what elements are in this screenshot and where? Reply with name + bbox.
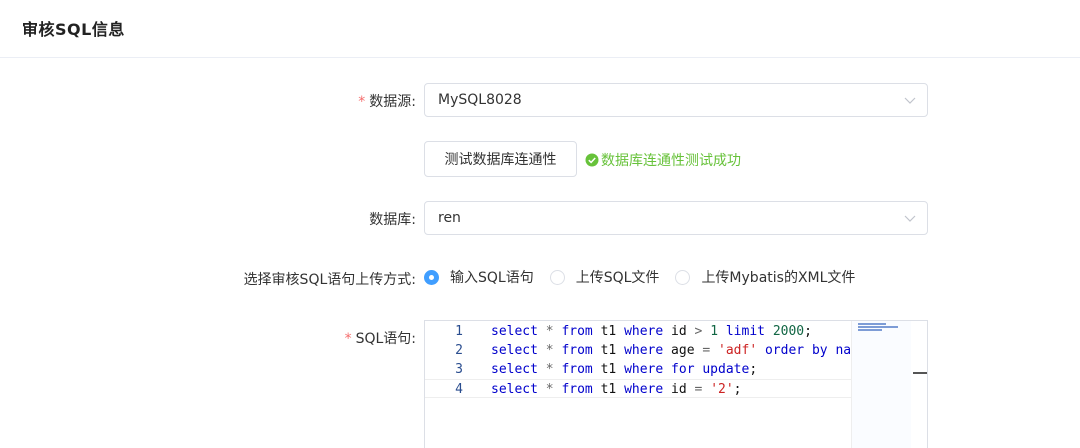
code-line[interactable]: 1 select * from t1 where id > 1 limit 200… bbox=[425, 322, 851, 341]
radio-label: 上传Mybatis的XML文件 bbox=[701, 270, 856, 286]
sql-label-text: SQL语句: bbox=[355, 331, 416, 347]
code-token: * bbox=[537, 382, 562, 397]
code-token: id bbox=[663, 324, 695, 339]
line-number: 2 bbox=[455, 343, 463, 358]
editor-lines[interactable]: 1 select * from t1 where id > 1 limit 200… bbox=[425, 322, 851, 398]
datasource-select[interactable]: MySQL8028 bbox=[424, 83, 928, 117]
code-line[interactable]: 3 select * from t1 where for update; bbox=[425, 360, 851, 379]
database-label: 数据库: bbox=[369, 212, 416, 228]
code-token: ; bbox=[804, 324, 812, 339]
line-number: 3 bbox=[455, 362, 463, 377]
code-token: from bbox=[561, 382, 593, 397]
database-value: ren bbox=[438, 210, 461, 226]
code-token: '2' bbox=[710, 382, 734, 397]
datasource-label: * 数据源: bbox=[358, 91, 416, 111]
datasource-value: MySQL8028 bbox=[438, 92, 522, 108]
code-token: name bbox=[835, 343, 851, 358]
required-mark: * bbox=[344, 331, 352, 347]
code-token: t1 bbox=[592, 382, 625, 397]
radio-upload-mybatis-xml[interactable]: 上传Mybatis的XML文件 bbox=[675, 267, 855, 287]
scrollbar-thumb[interactable] bbox=[913, 372, 927, 374]
code-token: * bbox=[537, 343, 562, 358]
test-connection-button[interactable]: 测试数据库连通性 bbox=[424, 141, 577, 177]
line-code: select * from t1 where for update; bbox=[491, 360, 851, 379]
code-token: ; bbox=[733, 382, 742, 397]
radio-indicator bbox=[675, 269, 691, 285]
code-token: from bbox=[561, 343, 593, 358]
code-token: where bbox=[624, 382, 664, 397]
upload-mode-radio-group: 输入SQL语句 上传SQL文件 上传Mybatis的XML文件 bbox=[424, 267, 871, 287]
code-token: 'adf' bbox=[718, 343, 758, 358]
code-line[interactable]: 2 select * from t1 where age = 'adf' orde… bbox=[425, 341, 851, 360]
code-token: select bbox=[491, 362, 538, 377]
page-header: 审核SQL信息 bbox=[0, 0, 1080, 58]
code-token: 1 bbox=[710, 324, 719, 339]
line-number: 1 bbox=[455, 324, 463, 339]
test-status-text: 数据库连通性测试成功 bbox=[601, 153, 741, 169]
datasource-label-text: 数据源: bbox=[369, 94, 416, 110]
line-code: select * from t1 where id > 1 limit 2000… bbox=[491, 322, 851, 341]
editor-scrollbar[interactable] bbox=[911, 321, 927, 448]
code-token: where bbox=[624, 362, 664, 377]
code-token: t1 bbox=[592, 324, 625, 339]
code-token: limit bbox=[725, 324, 765, 339]
test-status-message: 数据库连通性测试成功 bbox=[585, 150, 741, 170]
code-token: t1 bbox=[592, 362, 625, 377]
code-token: select bbox=[491, 382, 538, 397]
code-token: select bbox=[491, 324, 538, 339]
chevron-down-icon bbox=[904, 215, 916, 222]
sql-code-editor[interactable]: 1 select * from t1 where id > 1 limit 200… bbox=[424, 320, 928, 448]
radio-indicator bbox=[549, 269, 565, 285]
sql-label: * SQL语句: bbox=[345, 328, 416, 348]
line-number: 4 bbox=[455, 382, 463, 397]
code-token: where bbox=[624, 343, 664, 358]
code-token: order by bbox=[764, 343, 828, 358]
editor-minimap[interactable] bbox=[851, 321, 911, 448]
database-select[interactable]: ren bbox=[424, 201, 928, 235]
upload-mode-label: 选择审核SQL语句上传方式: bbox=[243, 272, 416, 288]
code-token: = bbox=[702, 343, 711, 358]
radio-label: 上传SQL文件 bbox=[575, 270, 660, 286]
code-token: for update bbox=[671, 362, 750, 377]
code-token: where bbox=[624, 324, 664, 339]
code-token: ; bbox=[749, 362, 758, 377]
minimap-line bbox=[858, 326, 898, 328]
code-token: 2000 bbox=[772, 324, 805, 339]
line-code: select * from t1 where id = '2'; bbox=[491, 380, 851, 399]
code-token: select bbox=[491, 343, 538, 358]
minimap-line bbox=[858, 323, 886, 325]
radio-indicator bbox=[424, 269, 439, 285]
code-token: t1 bbox=[592, 343, 625, 358]
code-token: * bbox=[537, 362, 562, 377]
line-code: select * from t1 where age = 'adf' order… bbox=[491, 341, 851, 360]
code-token: id bbox=[663, 382, 695, 397]
check-circle-icon bbox=[585, 153, 599, 167]
chevron-down-icon bbox=[904, 97, 916, 104]
code-token: from bbox=[561, 362, 593, 377]
code-token: from bbox=[561, 324, 593, 339]
code-token: age bbox=[663, 343, 703, 358]
page-title: 审核SQL信息 bbox=[22, 20, 125, 39]
code-token: * bbox=[537, 324, 562, 339]
radio-input-sql[interactable]: 输入SQL语句 bbox=[424, 267, 534, 287]
minimap-line bbox=[858, 329, 882, 331]
radio-upload-sql-file[interactable]: 上传SQL文件 bbox=[549, 267, 660, 287]
required-mark: * bbox=[358, 94, 366, 110]
code-line[interactable]: 4 select * from t1 where id = '2'; bbox=[425, 379, 851, 398]
radio-label: 输入SQL语句 bbox=[450, 270, 534, 286]
